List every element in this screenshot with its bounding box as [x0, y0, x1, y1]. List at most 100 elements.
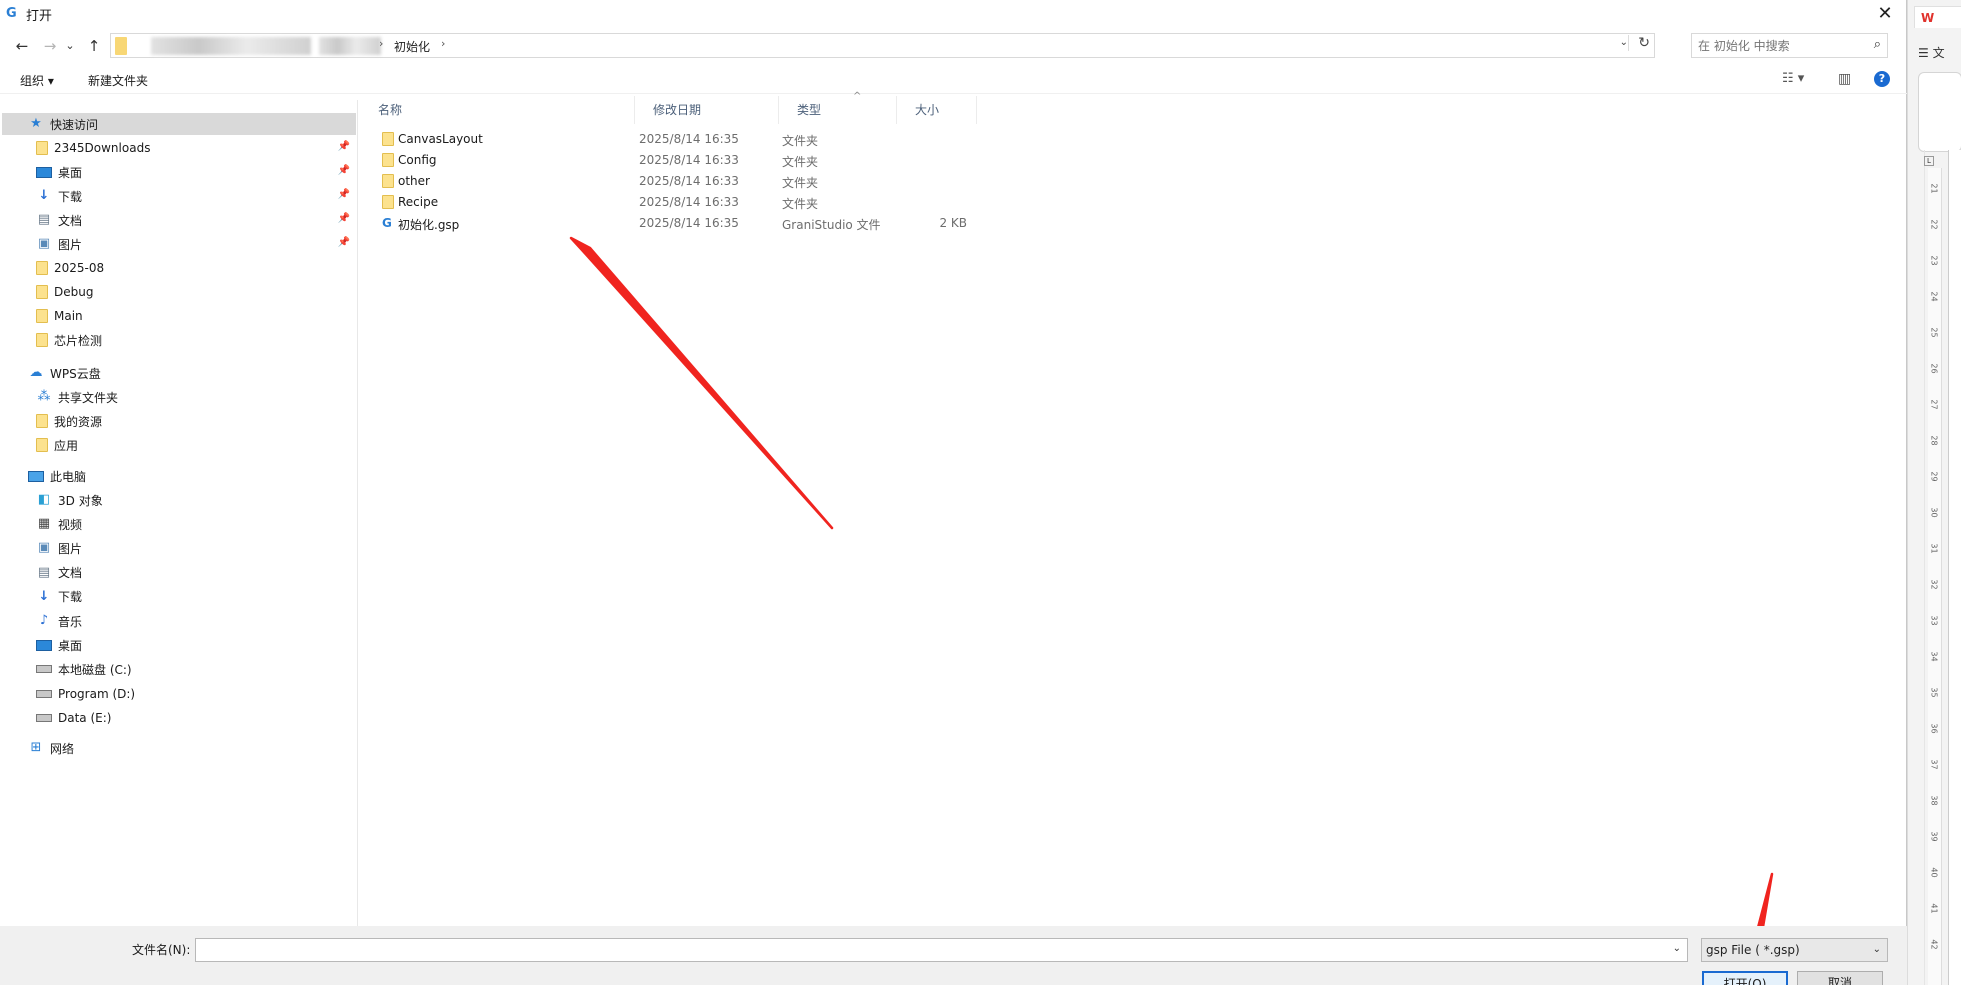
- menu-icon[interactable]: ☰ 文: [1918, 44, 1945, 61]
- sidebar-item[interactable]: ▤ 文档 📌: [2, 209, 356, 231]
- column-header-date[interactable]: 修改日期: [635, 96, 779, 124]
- sidebar-item[interactable]: ⁂ 共享文件夹: [2, 386, 356, 408]
- sidebar-item[interactable]: 芯片检测: [2, 329, 356, 351]
- file-row[interactable]: G 初始化.gsp 2025/8/14 16:35 GraniStudio 文件 2 K…: [360, 213, 980, 234]
- ruler-tick-label: 34: [1929, 651, 1939, 662]
- ruler-tick-label: 30: [1929, 507, 1939, 518]
- file-type-filter[interactable]: gsp File ( *.gsp) ⌄: [1701, 938, 1888, 962]
- sidebar-item[interactable]: ▦ 视频: [2, 513, 356, 535]
- sidebar-item-label: 文档: [58, 213, 83, 228]
- music-icon: ♪: [39, 613, 49, 628]
- sidebar-item-network[interactable]: ⊞ 网络: [2, 737, 356, 759]
- folder-icon: [36, 141, 48, 155]
- sidebar-item[interactable]: 桌面: [2, 634, 356, 656]
- pin-icon[interactable]: 📌: [338, 213, 350, 224]
- sidebar-item-label: 本地磁盘 (C:): [58, 662, 132, 677]
- cell-type: 文件夹: [782, 197, 819, 211]
- breadcrumb-current-folder[interactable]: 初始化: [394, 38, 430, 55]
- cell-name: CanvasLayout: [398, 132, 483, 146]
- back-button[interactable]: ←: [12, 36, 32, 56]
- refresh-button[interactable]: ↻: [1628, 35, 1650, 51]
- help-button[interactable]: ?: [1874, 71, 1890, 87]
- filename-input[interactable]: [200, 940, 1660, 960]
- folder-row[interactable]: Config 2025/8/14 16:33 文件夹: [360, 150, 980, 171]
- sidebar-item[interactable]: Data (E:): [2, 707, 356, 729]
- column-header-name[interactable]: 名称: [360, 96, 635, 124]
- sidebar-item[interactable]: ↓ 下载: [2, 586, 356, 608]
- sidebar-item-this-pc[interactable]: 此电脑: [2, 465, 356, 487]
- pin-icon[interactable]: 📌: [338, 165, 350, 176]
- sidebar-item-label: 桌面: [58, 638, 83, 653]
- cancel-button[interactable]: 取消: [1797, 971, 1883, 985]
- sidebar-item[interactable]: ▤ 文档: [2, 562, 356, 584]
- sidebar-item[interactable]: ▣ 图片: [2, 537, 356, 559]
- cloud-icon: ☁: [29, 365, 43, 380]
- up-button[interactable]: ↑: [84, 36, 104, 56]
- sidebar-item-label: 图片: [58, 237, 83, 252]
- forward-button[interactable]: →: [40, 36, 60, 56]
- sidebar-item[interactable]: 2025-08: [2, 257, 356, 279]
- cell-name: 初始化.gsp: [398, 218, 460, 232]
- address-dropdown-icon[interactable]: ⌄: [1620, 37, 1628, 48]
- ruler-tick-label: 37: [1929, 759, 1939, 770]
- sidebar-item[interactable]: ♪ 音乐: [2, 610, 356, 632]
- sidebar-item[interactable]: 我的资源: [2, 410, 356, 432]
- sidebar-item[interactable]: ◧ 3D 对象: [2, 489, 356, 511]
- ruler-tick-label: 40: [1929, 867, 1939, 878]
- sidebar-item-label: 下载: [58, 189, 83, 204]
- sidebar-item[interactable]: 应用: [2, 434, 356, 456]
- sidebar-item[interactable]: 2345Downloads 📌: [2, 137, 356, 159]
- download-icon: ↓: [38, 188, 50, 203]
- address-bar[interactable]: › 初始化 › ⌄ ↻: [110, 33, 1655, 58]
- pin-icon[interactable]: 📌: [338, 237, 350, 248]
- column-header-size[interactable]: 大小: [897, 96, 977, 124]
- sidebar-item-quick-access[interactable]: ★ 快速访问: [2, 113, 356, 135]
- folder-row[interactable]: Recipe 2025/8/14 16:33 文件夹: [360, 192, 980, 213]
- file-list[interactable]: ^ 名称 修改日期 类型 大小 CanvasLayout 2025/8/14 16…: [360, 91, 1907, 926]
- ruler-tick-label: 28: [1929, 435, 1939, 446]
- sidebar-item[interactable]: 桌面 📌: [2, 161, 356, 183]
- cell-name: Recipe: [398, 195, 439, 209]
- star-icon: ★: [30, 116, 42, 131]
- search-input[interactable]: [1698, 37, 1858, 54]
- chevron-down-icon[interactable]: ⌄: [1673, 943, 1681, 954]
- navigation-pane[interactable]: ★ 快速访问 2345Downloads 📌 桌面 📌 ↓ 下载 📌 ▤ 文档 📌 ▣ 图片 📌 2025…: [0, 100, 358, 926]
- folder-icon: [36, 414, 48, 428]
- organize-menu[interactable]: 组织 ▾: [20, 72, 54, 89]
- search-box[interactable]: ⌕: [1691, 33, 1888, 58]
- open-button[interactable]: 打开(O): [1702, 971, 1788, 985]
- pin-icon[interactable]: 📌: [338, 141, 350, 152]
- search-icon[interactable]: ⌕: [1874, 37, 1881, 52]
- sidebar-item-label: 此电脑: [50, 469, 87, 484]
- sidebar-item[interactable]: 本地磁盘 (C:): [2, 658, 356, 680]
- sidebar-item[interactable]: Program (D:): [2, 683, 356, 705]
- filename-combobox[interactable]: ⌄: [195, 938, 1688, 962]
- sidebar-item-wps-cloud[interactable]: ☁ WPS云盘: [2, 362, 356, 384]
- cell-date: 2025/8/14 16:35: [639, 216, 739, 230]
- folder-icon: [382, 195, 394, 209]
- divider: [1924, 150, 1925, 985]
- sidebar-item[interactable]: ↓ 下载 📌: [2, 185, 356, 207]
- chevron-right-icon[interactable]: ›: [441, 37, 445, 50]
- wps-tab[interactable]: W: [1914, 6, 1961, 28]
- chevron-down-icon[interactable]: ⌄: [1873, 939, 1881, 961]
- folder-row[interactable]: other 2025/8/14 16:33 文件夹: [360, 171, 980, 192]
- sidebar-item[interactable]: ▣ 图片 📌: [2, 233, 356, 255]
- column-header-type[interactable]: 类型: [779, 96, 897, 124]
- ruler-corner-icon[interactable]: L: [1924, 156, 1934, 166]
- ruler-tick-label: 24: [1929, 291, 1939, 302]
- pin-icon[interactable]: 📌: [338, 189, 350, 200]
- folder-row[interactable]: CanvasLayout 2025/8/14 16:35 文件夹: [360, 129, 980, 150]
- redacted-path: [319, 37, 381, 55]
- column-headers: 名称 修改日期 类型 大小: [360, 96, 980, 124]
- view-options-button[interactable]: ☷ ▾: [1782, 71, 1804, 86]
- close-button[interactable]: ✕: [1871, 2, 1899, 26]
- recent-locations-button[interactable]: ⌄: [64, 36, 76, 56]
- desktop-icon: [36, 166, 52, 178]
- cell-date: 2025/8/14 16:33: [639, 153, 739, 167]
- new-folder-button[interactable]: 新建文件夹: [88, 72, 148, 89]
- sidebar-item[interactable]: Debug: [2, 281, 356, 303]
- sidebar-item[interactable]: Main: [2, 305, 356, 327]
- preview-pane-button[interactable]: ▥: [1838, 71, 1851, 87]
- ruler-tick-label: 29: [1929, 471, 1939, 482]
